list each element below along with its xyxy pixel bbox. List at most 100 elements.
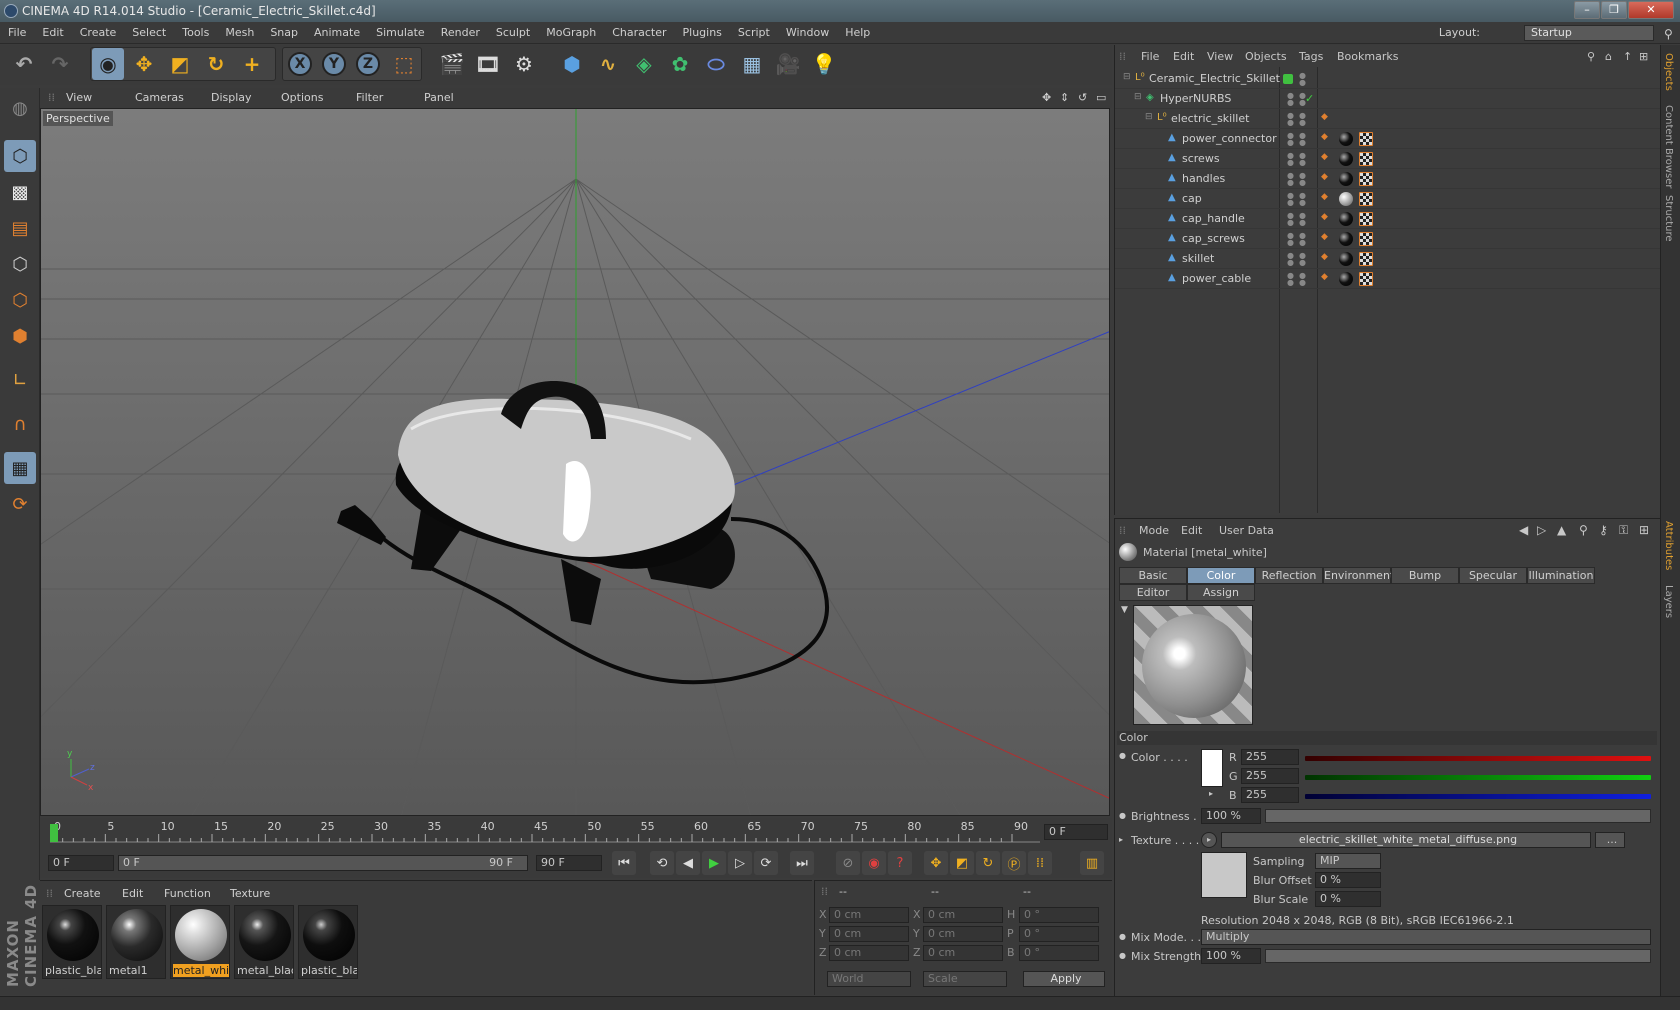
- uvw-tag-icon[interactable]: [1359, 172, 1373, 186]
- tab-color[interactable]: Color: [1187, 567, 1255, 584]
- mix-mode-dropdown[interactable]: Multiply: [1201, 929, 1651, 945]
- visibility-dots-icon[interactable]: ● ●: [1299, 252, 1306, 267]
- nurbs-icon[interactable]: ◈: [628, 48, 660, 80]
- menu-simulate[interactable]: Simulate: [368, 22, 433, 44]
- menu-select[interactable]: Select: [124, 22, 174, 44]
- objects-up-icon[interactable]: ↑: [1623, 50, 1632, 63]
- phong-tag-icon[interactable]: ◆: [1321, 152, 1328, 162]
- object-row[interactable]: ▲ power_cable ● ● ● ● ◆: [1115, 269, 1661, 289]
- enabled-check-icon[interactable]: ✓: [1305, 92, 1314, 105]
- attributes-menu-mode[interactable]: Mode: [1139, 524, 1169, 537]
- visibility-dots-icon[interactable]: ● ●: [1287, 172, 1294, 187]
- position-z-field[interactable]: 0 cm: [829, 945, 909, 961]
- visibility-dots-icon[interactable]: ● ●: [1287, 232, 1294, 247]
- material-swatch[interactable]: plastic_bla: [298, 905, 358, 979]
- rotation-b-field[interactable]: 0 °: [1019, 945, 1099, 961]
- objects-menu-objects[interactable]: Objects: [1245, 50, 1287, 63]
- polygons-mode-icon[interactable]: ⬢: [4, 320, 36, 352]
- tab-editor[interactable]: Editor: [1119, 584, 1187, 601]
- objects-search-icon[interactable]: ⚲: [1587, 50, 1595, 63]
- object-row[interactable]: ▲ handles ● ● ● ● ◆: [1115, 169, 1661, 189]
- expand-toggle-icon[interactable]: ⊟: [1134, 92, 1142, 102]
- mix-mode-anim-dot-icon[interactable]: ●: [1119, 932, 1126, 941]
- undo-icon[interactable]: ↶: [8, 48, 40, 80]
- side-tab-attributes[interactable]: Attributes: [1663, 521, 1674, 570]
- floor-icon[interactable]: ▦: [736, 48, 768, 80]
- previous-key-icon[interactable]: ⟲: [650, 851, 674, 875]
- recent-tools-icon[interactable]: +: [236, 48, 268, 80]
- object-row[interactable]: ▲ cap ● ● ● ● ◆: [1115, 189, 1661, 209]
- object-row[interactable]: ▲ cap_handle ● ● ● ● ◆: [1115, 209, 1661, 229]
- visibility-dots-icon[interactable]: ● ●: [1287, 272, 1294, 287]
- mix-strength-slider[interactable]: [1265, 949, 1651, 963]
- preview-collapse-icon[interactable]: ▼: [1121, 605, 1128, 615]
- color-mode-toggle-icon[interactable]: ▸: [1209, 789, 1213, 798]
- tab-bump[interactable]: Bump: [1391, 567, 1459, 584]
- play-icon[interactable]: ▶: [702, 851, 726, 875]
- side-tab-objects[interactable]: Objects: [1663, 53, 1674, 91]
- visibility-dots-icon[interactable]: ● ●: [1299, 192, 1306, 207]
- attributes-new-window-icon[interactable]: ⊞: [1639, 523, 1649, 537]
- tab-specular[interactable]: Specular: [1459, 567, 1527, 584]
- tab-assign[interactable]: Assign: [1187, 584, 1255, 601]
- texture-menu-icon[interactable]: ▸: [1201, 832, 1217, 848]
- make-editable-icon[interactable]: ◍: [4, 92, 36, 124]
- material-swatch[interactable]: metal_blacl: [234, 905, 294, 979]
- object-row[interactable]: ⊟ L⁰ Ceramic_Electric_Skillet ● ●: [1115, 69, 1661, 89]
- phong-tag-icon[interactable]: ◆: [1321, 252, 1328, 262]
- objects-menu-edit[interactable]: Edit: [1173, 50, 1194, 63]
- render-settings-icon[interactable]: ⚙: [508, 48, 540, 80]
- uvw-tag-icon[interactable]: [1359, 232, 1373, 246]
- locked-workplane-icon[interactable]: ⟳: [4, 488, 36, 520]
- size-y-field[interactable]: 0 cm: [923, 926, 1003, 942]
- material-swatch[interactable]: plastic_bla: [42, 905, 102, 979]
- apply-button[interactable]: Apply: [1023, 971, 1105, 987]
- viewport-menu-filter[interactable]: Filter: [356, 91, 383, 104]
- spline-pen-icon[interactable]: ∿: [592, 48, 624, 80]
- redo-icon[interactable]: ↷: [44, 48, 76, 80]
- uvw-tag-icon[interactable]: [1359, 252, 1373, 266]
- record-active-objects-icon[interactable]: ⊘: [836, 851, 860, 875]
- object-row[interactable]: ▲ cap_screws ● ● ● ● ◆: [1115, 229, 1661, 249]
- current-frame-field[interactable]: 0 F: [1044, 824, 1108, 840]
- rotation-h-field[interactable]: 0 °: [1019, 907, 1099, 923]
- visibility-dots-icon[interactable]: ● ●: [1299, 232, 1306, 247]
- objects-menu-file[interactable]: File: [1141, 50, 1159, 63]
- material-tag-icon[interactable]: [1339, 132, 1353, 146]
- menu-character[interactable]: Character: [604, 22, 674, 44]
- visibility-dots-icon[interactable]: ● ●: [1287, 212, 1294, 227]
- layer-color-icon[interactable]: [1283, 74, 1293, 84]
- menu-help[interactable]: Help: [837, 22, 878, 44]
- viewport-menu-cameras[interactable]: Cameras: [135, 91, 184, 104]
- material-swatch-selected[interactable]: metal_whit: [170, 905, 230, 979]
- expand-toggle-icon[interactable]: ⊟: [1145, 112, 1153, 122]
- start-frame-field[interactable]: 0 F: [48, 855, 114, 871]
- world-dropdown[interactable]: World: [827, 971, 911, 987]
- menu-render[interactable]: Render: [433, 22, 488, 44]
- light-icon[interactable]: 💡: [808, 48, 840, 80]
- material-tag-icon[interactable]: [1339, 152, 1353, 166]
- tab-environment[interactable]: Environment: [1323, 567, 1394, 584]
- forward-arrow-icon[interactable]: ▷: [1537, 523, 1546, 537]
- rotate-icon[interactable]: ↻: [200, 48, 232, 80]
- objects-menu-bookmarks[interactable]: Bookmarks: [1337, 50, 1398, 63]
- object-row[interactable]: ⊟ L⁰ electric_skillet ● ● ● ● ◆: [1115, 109, 1661, 129]
- visibility-dots-icon[interactable]: ● ●: [1299, 72, 1306, 87]
- viewport-rotate-icon[interactable]: ↺: [1078, 91, 1087, 104]
- phong-tag-icon[interactable]: ◆: [1321, 172, 1328, 182]
- search-icon[interactable]: ⚲: [1664, 27, 1673, 41]
- perspective-viewport[interactable]: Perspective y z x: [40, 108, 1110, 816]
- blur-offset-field[interactable]: 0 %: [1315, 872, 1381, 888]
- end-frame-field[interactable]: 90 F: [536, 855, 602, 871]
- texture-mode-icon[interactable]: ▩: [4, 176, 36, 208]
- uvw-tag-icon[interactable]: [1359, 192, 1373, 206]
- go-to-end-icon[interactable]: ⏭: [790, 851, 814, 875]
- axis-mode-icon[interactable]: ∟: [4, 364, 36, 396]
- texture-expand-icon[interactable]: ▸: [1119, 835, 1123, 844]
- menu-plugins[interactable]: Plugins: [675, 22, 730, 44]
- up-arrow-icon[interactable]: ▲: [1557, 523, 1566, 537]
- menu-tools[interactable]: Tools: [174, 22, 217, 44]
- model-mode-icon[interactable]: ⬡: [4, 140, 36, 172]
- object-row[interactable]: ⊟ ◈ HyperNURBS ● ● ● ● ✓: [1115, 89, 1661, 109]
- visibility-dots-icon[interactable]: ● ●: [1287, 192, 1294, 207]
